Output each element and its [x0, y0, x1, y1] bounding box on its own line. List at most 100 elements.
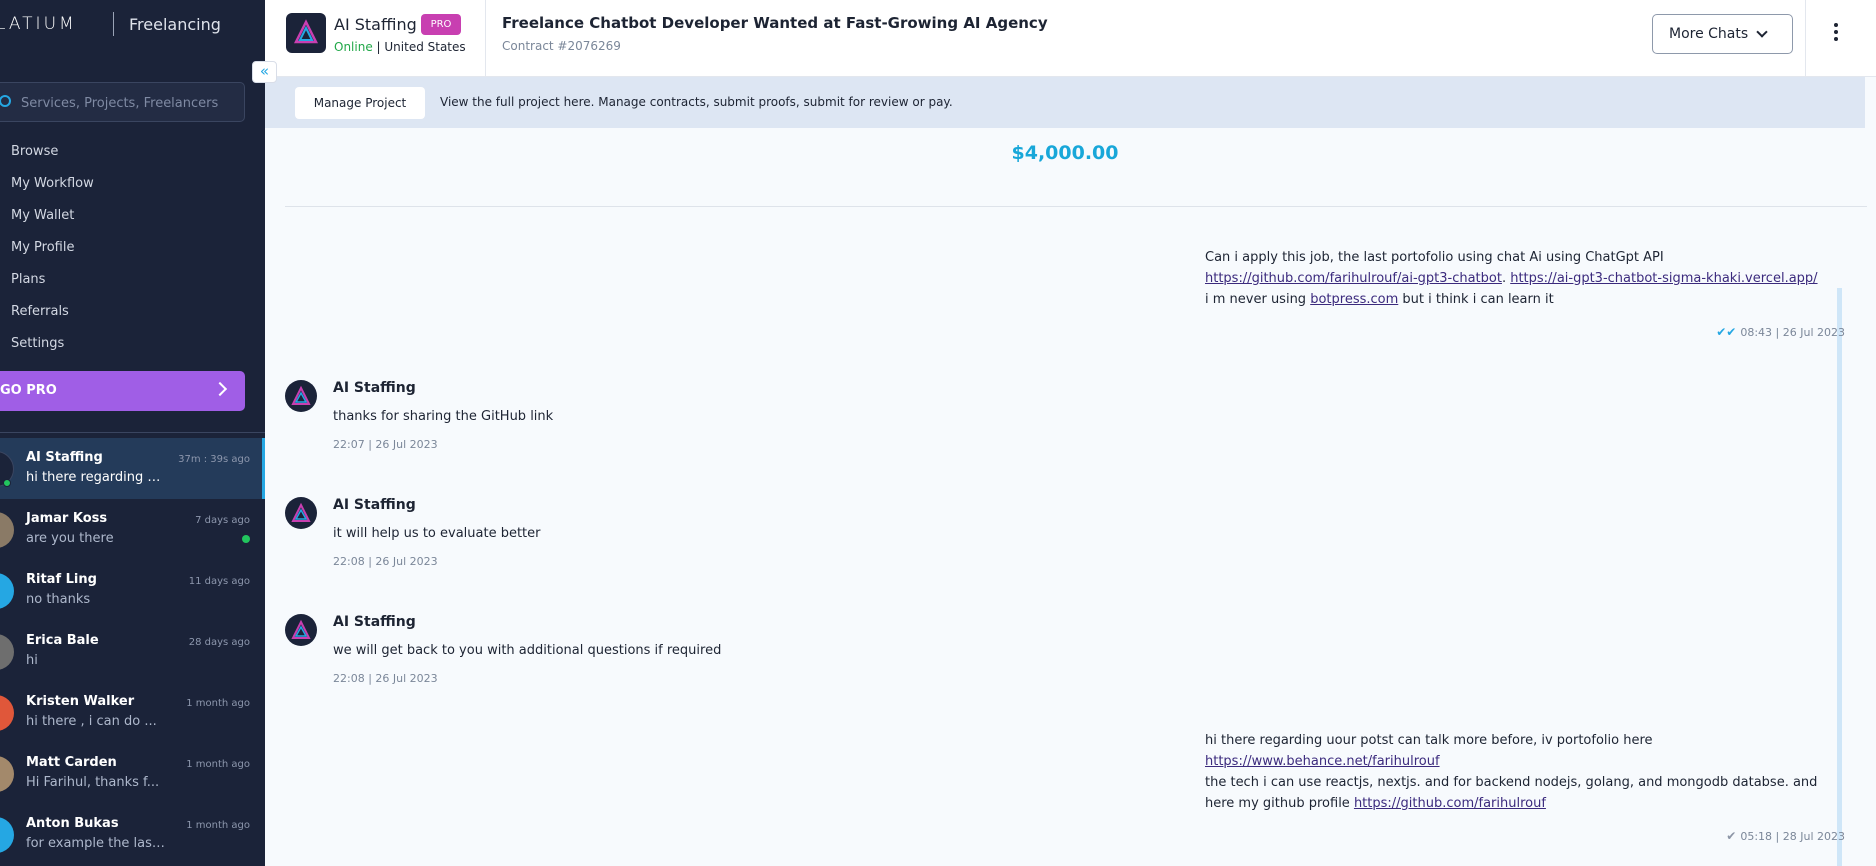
sender-name: AI Staffing — [333, 614, 416, 630]
message-line: Can i apply this job, the last portofoli… — [1205, 250, 1664, 265]
contact-logo — [286, 13, 326, 53]
chat-item-matt-carden[interactable]: Matt Carden Hi Farihul, thanks f... 1 mo… — [0, 743, 265, 804]
sender-name: AI Staffing — [333, 497, 416, 513]
message-time: 05:18 | 28 Jul 2023 — [1740, 830, 1845, 843]
chat-preview: for example the last... — [26, 836, 166, 851]
sent-message: hi there regarding uour potst can talk m… — [1205, 730, 1845, 843]
chevron-down-icon — [1756, 26, 1768, 38]
sidebar-item-plans[interactable]: Plans — [11, 268, 94, 300]
avatar — [0, 512, 14, 548]
chat-name: Matt Carden — [26, 755, 117, 770]
sidebar-nav: Browse My Workflow My Wallet My Profile … — [11, 140, 94, 364]
sidebar-item-referrals[interactable]: Referrals — [11, 300, 94, 332]
triangle-logo-icon — [291, 502, 311, 522]
header-divider — [1805, 0, 1806, 77]
chat-name: Kristen Walker — [26, 694, 135, 709]
chat-time: 28 days ago — [188, 637, 250, 648]
message-link[interactable]: https://github.com/farihulrouf — [1354, 796, 1546, 811]
contact-location: United States — [384, 40, 466, 54]
chat-name: Erica Bale — [26, 633, 99, 648]
project-bar: Manage Project View the full project her… — [265, 77, 1865, 128]
message-line: the tech i can use reactjs, nextjs. and … — [1205, 775, 1818, 790]
message-text: here my github profile — [1205, 796, 1354, 811]
chat-time: 11 days ago — [188, 576, 250, 587]
link-separator: . — [1501, 271, 1511, 286]
avatar — [285, 380, 317, 412]
brand-separator — [113, 12, 114, 36]
avatar — [0, 573, 14, 609]
manage-project-button[interactable]: Manage Project — [295, 87, 425, 119]
chat-preview: Hi Farihul, thanks f... — [26, 775, 160, 790]
chat-preview: are you there — [26, 531, 114, 546]
more-chats-label: More Chats — [1669, 26, 1749, 42]
message-link[interactable]: https://github.com/farihulrouf/ai-gpt3-c… — [1205, 271, 1502, 286]
chat-time: 1 month ago — [186, 698, 250, 709]
project-title: Freelance Chatbot Developer Wanted at Fa… — [502, 14, 1048, 32]
go-pro-button[interactable]: GO PRO — [0, 371, 245, 411]
chevron-right-icon — [212, 381, 228, 397]
chat-item-jamar-koss[interactable]: Jamar Koss are you there 7 days ago — [0, 499, 265, 560]
chat-name: AI Staffing — [26, 450, 103, 465]
message-line: i m never using botpress.com but i think… — [1205, 289, 1845, 310]
chat-time: 1 month ago — [186, 759, 250, 770]
message-line: https://www.behance.net/farihulrouf — [1205, 751, 1845, 772]
message-text: i m never using — [1205, 292, 1311, 307]
status-separator: | — [372, 40, 385, 54]
avatar — [0, 817, 14, 853]
collapse-sidebar-button[interactable]: « — [252, 61, 277, 83]
check-icon: ✔ — [1726, 829, 1737, 843]
amount-divider — [285, 206, 1867, 207]
sidebar-divider — [0, 432, 265, 433]
contract-amount: $4,000.00 — [1011, 142, 1119, 164]
chat-item-erica-bale[interactable]: Erica Bale hi 28 days ago — [0, 621, 265, 682]
message-time: 08:43 | 26 Jul 2023 — [1740, 326, 1845, 339]
brand-header: LATIUM Freelancing — [0, 0, 265, 52]
avatar — [285, 497, 317, 529]
chat-time: 1 month ago — [186, 820, 250, 831]
chat-header: AI Staffing PRO Online | United States F… — [265, 0, 1876, 77]
avatar — [285, 614, 317, 646]
chat-item-ai-staffing[interactable]: AI Staffing hi there regarding u... 37m … — [0, 438, 265, 499]
sidebar-item-my-wallet[interactable]: My Wallet — [11, 204, 94, 236]
message-line: hi there regarding uour potst can talk m… — [1205, 733, 1653, 748]
search-icon — [0, 95, 11, 107]
contact-name: AI Staffing — [334, 15, 417, 34]
sidebar-item-settings[interactable]: Settings — [11, 332, 94, 364]
go-pro-label: GO PRO — [0, 383, 57, 398]
header-divider — [485, 0, 486, 77]
message-time: 22:07 | 26 Jul 2023 — [333, 438, 438, 451]
more-chats-dropdown[interactable]: More Chats — [1652, 14, 1793, 54]
sidebar-item-my-workflow[interactable]: My Workflow — [11, 172, 94, 204]
message-text: thanks for sharing the GitHub link — [333, 409, 554, 424]
message-thread[interactable]: $4,000.00 Can i apply this job, the last… — [265, 128, 1876, 866]
chat-item-kristen-walker[interactable]: Kristen Walker hi there , i can do ... 1… — [0, 682, 265, 743]
message-line: here my github profile https://github.co… — [1205, 793, 1845, 814]
chat-preview: no thanks — [26, 592, 91, 607]
brand-logo[interactable]: LATIUM — [0, 14, 77, 34]
sidebar-item-browse[interactable]: Browse — [11, 140, 94, 172]
message-meta: ✔ 05:18 | 28 Jul 2023 — [1726, 826, 1845, 847]
message-line: https://github.com/farihulrouf/ai-gpt3-c… — [1205, 268, 1845, 289]
message-text: we will get back to you with additional … — [333, 643, 722, 658]
message-time: 22:08 | 26 Jul 2023 — [333, 672, 438, 685]
message-link[interactable]: https://www.behance.net/farihulrouf — [1205, 754, 1440, 769]
message-time: 22:08 | 26 Jul 2023 — [333, 555, 438, 568]
sidebar-item-my-profile[interactable]: My Profile — [11, 236, 94, 268]
unread-dot — [242, 535, 250, 543]
sidebar: LATIUM Freelancing Browse My Workflow My… — [0, 0, 265, 866]
avatar — [0, 756, 14, 792]
brand-section-label: Freelancing — [129, 15, 221, 34]
search-input[interactable] — [21, 92, 231, 114]
chat-preview: hi there , i can do ... — [26, 714, 157, 729]
message-link[interactable]: https://ai-gpt3-chatbot-sigma-khaki.verc… — [1510, 271, 1817, 286]
search-box — [0, 82, 245, 122]
sender-name: AI Staffing — [333, 380, 416, 396]
chat-item-anton-bukas[interactable]: Anton Bukas for example the last... 1 mo… — [0, 804, 265, 865]
contact-status: Online | United States — [334, 40, 466, 54]
pro-badge: PRO — [421, 14, 461, 35]
triangle-logo-icon — [291, 385, 311, 405]
message-link[interactable]: botpress.com — [1310, 292, 1398, 307]
kebab-menu-icon[interactable] — [1831, 23, 1841, 45]
triangle-logo-icon — [291, 619, 311, 639]
chat-item-ritaf-ling[interactable]: Ritaf Ling no thanks 11 days ago — [0, 560, 265, 621]
